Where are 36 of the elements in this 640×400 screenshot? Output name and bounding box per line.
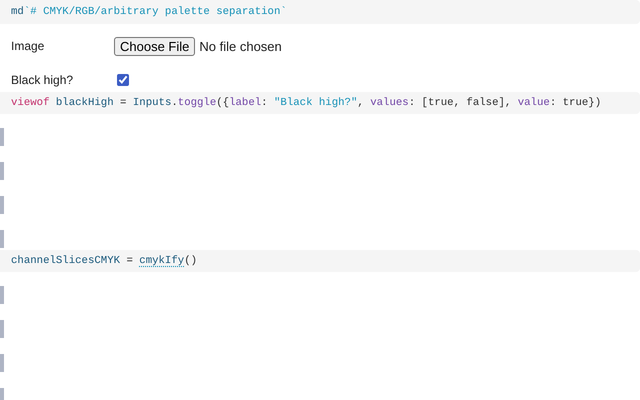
code-text: () bbox=[184, 255, 198, 267]
code-cell[interactable]: viewof blackHigh = Inputs.toggle({label: "Black high?", values: [true, false], value: true}) bbox=[0, 92, 640, 114]
code-property: value bbox=[518, 97, 550, 109]
code-text: , bbox=[357, 97, 365, 109]
code-text: ({ bbox=[216, 97, 230, 109]
code-cell[interactable]: md`# CMYK/RGB/arbitrary palette separation` bbox=[0, 0, 640, 24]
input-label: Image bbox=[11, 39, 46, 53]
code-variable: md bbox=[11, 6, 24, 18]
pending-cell-marker bbox=[0, 354, 4, 372]
choose-file-button[interactable]: Choose File bbox=[114, 36, 196, 56]
pending-cell-marker bbox=[0, 128, 4, 146]
code-cell[interactable]: channelSlicesCMYK = cmykIfy() bbox=[0, 250, 640, 272]
code-text: = bbox=[125, 255, 134, 267]
code-variable: Inputs bbox=[132, 97, 172, 109]
checkbox[interactable] bbox=[117, 74, 129, 86]
pending-cell-marker bbox=[0, 320, 4, 338]
code-string: "Black high?" bbox=[274, 97, 358, 109]
code-keyword: viewof bbox=[11, 97, 50, 109]
code-text: . bbox=[171, 97, 178, 109]
pending-cell-marker bbox=[0, 196, 4, 214]
code-variable: channelSlicesCMYK bbox=[11, 255, 120, 267]
code-string: `# CMYK/RGB/arbitrary palette separation` bbox=[24, 6, 287, 18]
code-text: : bbox=[261, 97, 269, 109]
pending-cell-marker bbox=[0, 162, 4, 180]
code-link[interactable]: cmykIfy bbox=[139, 255, 184, 267]
code-property: values bbox=[370, 97, 409, 109]
code-text: : [true, false], bbox=[408, 97, 512, 109]
file-status: No file chosen bbox=[199, 38, 282, 54]
code-text: = bbox=[119, 97, 128, 109]
code-property: toggle bbox=[178, 97, 216, 109]
code-text: : true}) bbox=[550, 97, 602, 109]
pending-cell-marker bbox=[0, 286, 4, 304]
input-label: Black high? bbox=[11, 73, 74, 87]
code-variable: blackHigh bbox=[54, 97, 114, 109]
pending-cell-marker bbox=[0, 230, 4, 248]
code-property: label bbox=[229, 97, 262, 109]
